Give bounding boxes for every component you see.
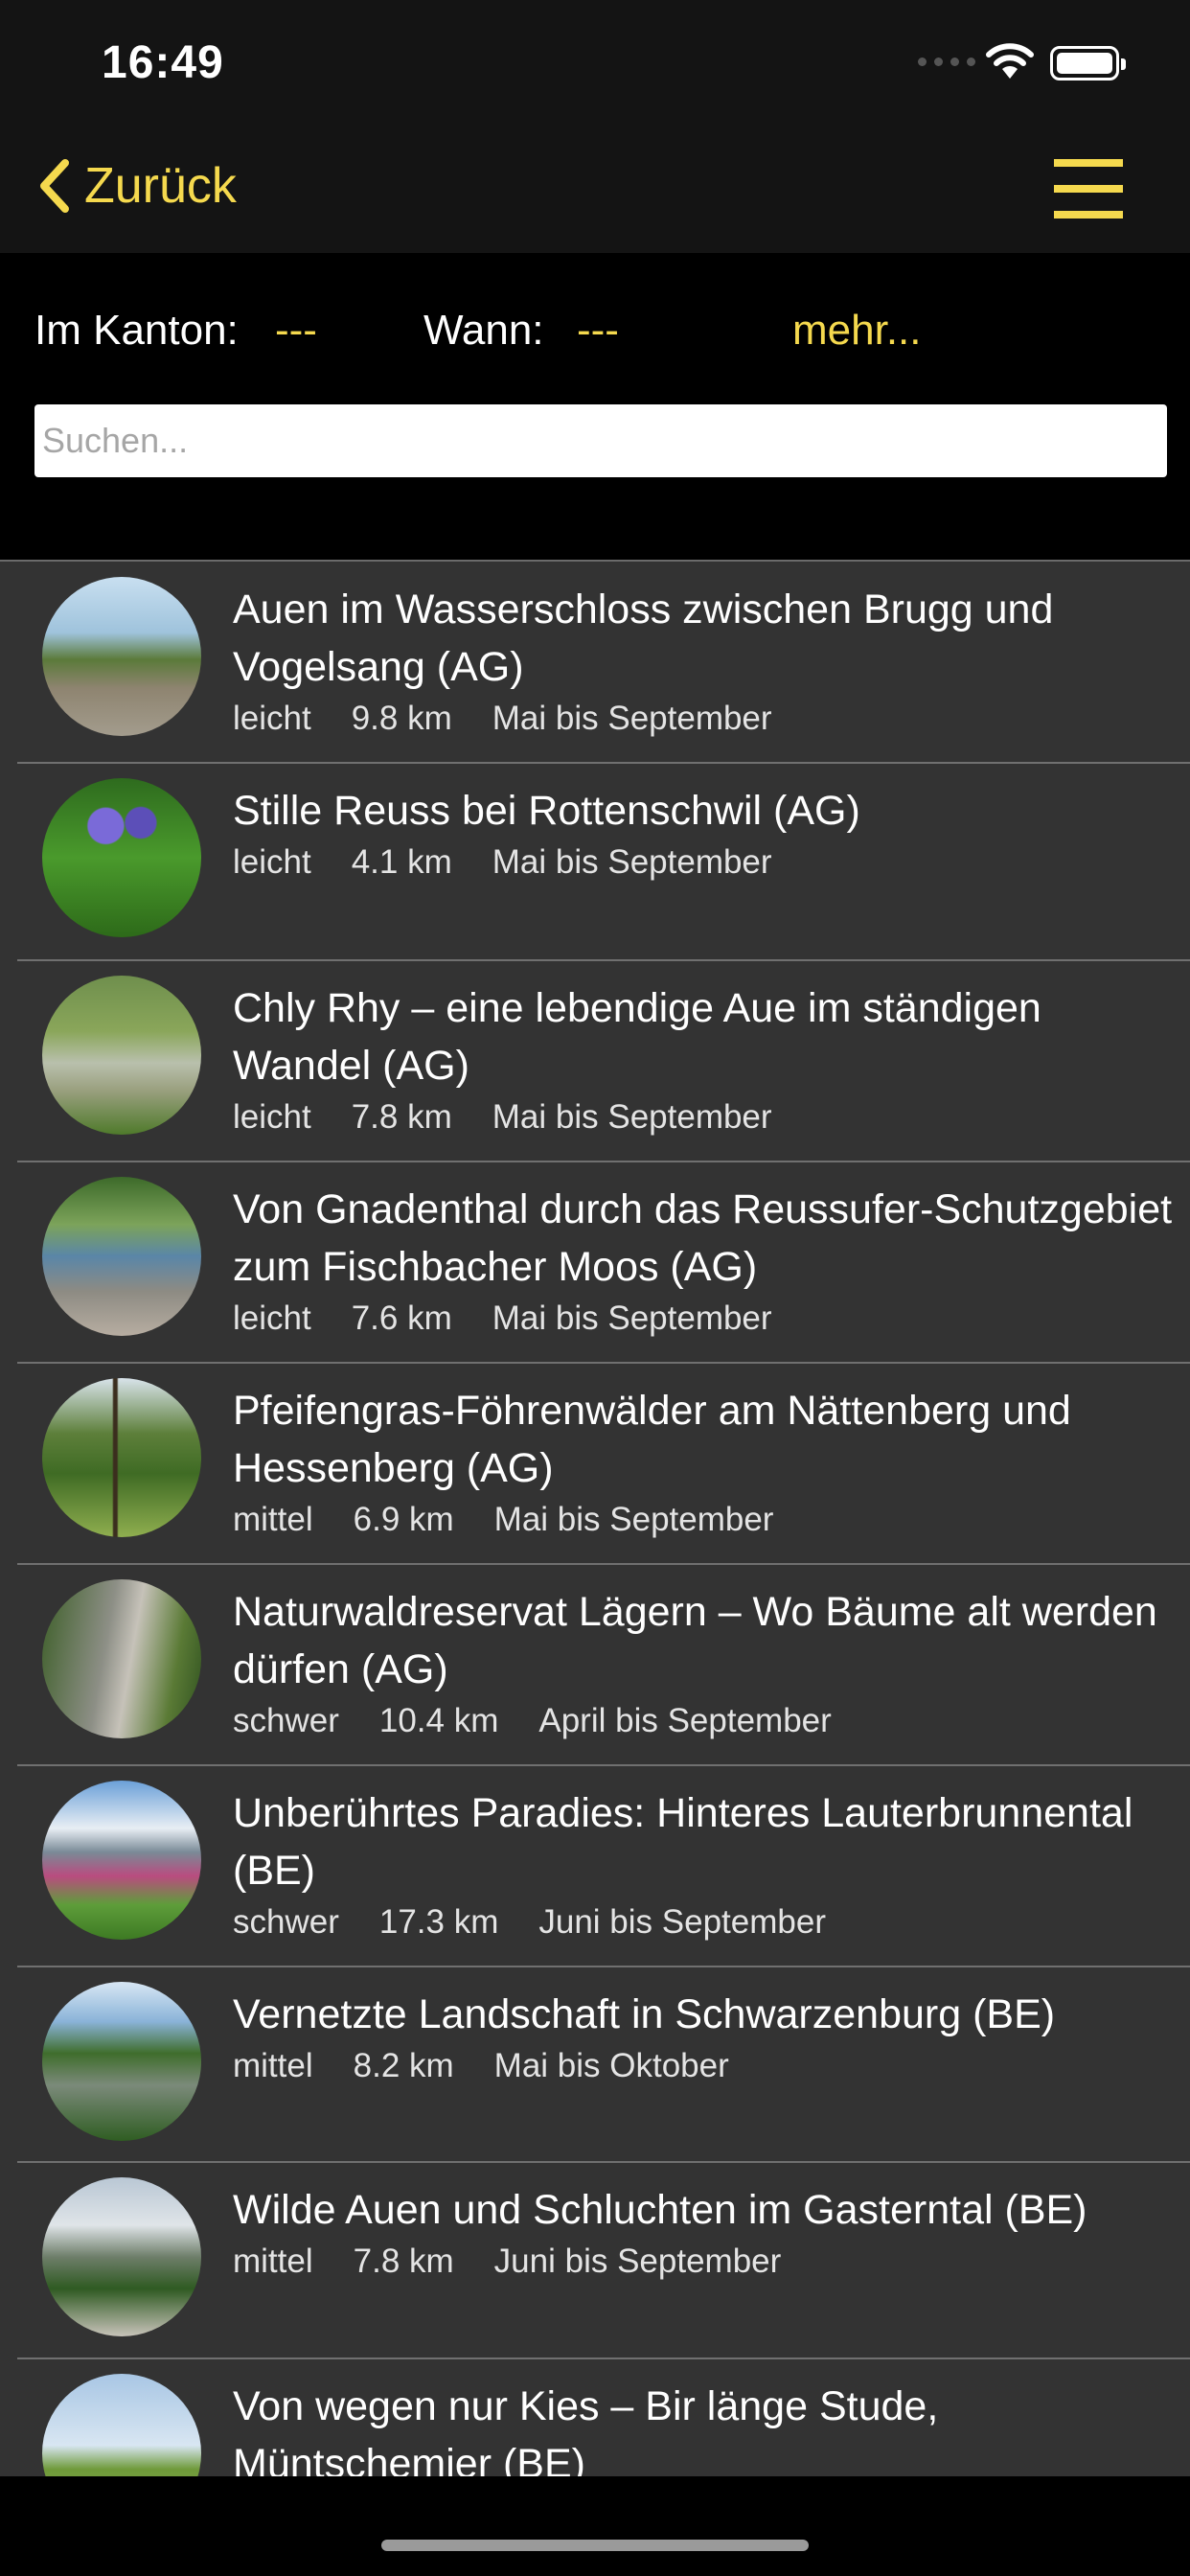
route-title: Naturwaldreservat Lägern – Wo Bäume alt …	[233, 1589, 1157, 1692]
route-difficulty: leicht	[233, 1300, 311, 1337]
route-difficulty: leicht	[233, 700, 311, 737]
route-season: Juni bis September	[538, 1903, 826, 1941]
route-meta: mittel 7.8 km Juni bis September	[233, 2242, 821, 2281]
route-season: Juni bis September	[493, 2242, 782, 2280]
route-list[interactable]: Auen im Wasserschloss zwischen Brugg und…	[0, 560, 1190, 2476]
route-row[interactable]: Chly Rhy – eine lebendige Aue im ständig…	[0, 960, 1190, 1162]
route-title: Von Gnadenthal durch das Reussufer-Schut…	[233, 1186, 1173, 1290]
pine-forest-photo	[42, 1378, 201, 1537]
route-row[interactable]: Naturwaldreservat Lägern – Wo Bäume alt …	[0, 1564, 1190, 1765]
route-season: Mai bis September	[493, 1501, 774, 1538]
route-meta: leicht 7.6 km Mai bis September	[233, 1300, 812, 1338]
wetland-photo	[42, 976, 201, 1135]
route-distance: 10.4 km	[378, 1702, 499, 1739]
route-meta: leicht 4.1 km Mai bis September	[233, 843, 812, 882]
wann-selector[interactable]: ---	[577, 307, 619, 355]
route-title: Unberührtes Paradies: Hinteres Lauterbru…	[233, 1790, 1133, 1894]
route-season: Mai bis September	[492, 843, 772, 881]
route-distance: 7.8 km	[351, 1098, 452, 1136]
kanton-selector[interactable]: ---	[275, 307, 317, 355]
route-difficulty: leicht	[233, 1098, 311, 1136]
route-meta: mittel 8.2 km Mai bis Oktober	[233, 2047, 769, 2085]
route-difficulty: schwer	[233, 1702, 339, 1739]
home-indicator[interactable]	[381, 2540, 809, 2551]
route-meta: leicht 7.8 km Mai bis September	[233, 1098, 812, 1137]
route-row[interactable]: Pfeifengras-Föhrenwälder am Nättenberg u…	[0, 1363, 1190, 1564]
route-title: Von wegen nur Kies – Bir länge Stude, Mü…	[233, 2383, 939, 2476]
route-distance: 8.2 km	[353, 2047, 454, 2084]
battery-icon	[1050, 46, 1126, 80]
mountain-valley-photo	[42, 2177, 201, 2336]
route-row[interactable]: Wilde Auen und Schluchten im Gasterntal …	[0, 2162, 1190, 2358]
iris-flower-photo	[42, 778, 201, 937]
route-meta: schwer 10.4 km April bis September	[233, 1702, 872, 1740]
route-distance: 4.1 km	[351, 843, 452, 881]
status-bar: 16:49	[0, 0, 1190, 134]
route-difficulty: mittel	[233, 2242, 313, 2280]
route-row[interactable]: Stille Reuss bei Rottenschwil (AG) leicht…	[0, 763, 1190, 960]
search-input[interactable]	[34, 404, 1167, 477]
gorge-aerial-photo	[42, 1982, 201, 2141]
route-title: Wilde Auen und Schluchten im Gasterntal …	[233, 2187, 1087, 2233]
alpine-flowers-photo	[42, 1781, 201, 1940]
route-distance: 6.9 km	[353, 1501, 454, 1538]
wann-label: Wann:	[423, 307, 544, 354]
menu-icon[interactable]	[1054, 159, 1123, 218]
back-button[interactable]: Zurück	[36, 157, 237, 215]
route-distance: 17.3 km	[378, 1903, 499, 1941]
route-row[interactable]: Von Gnadenthal durch das Reussufer-Schut…	[0, 1162, 1190, 1363]
route-season: Mai bis Oktober	[493, 2047, 729, 2084]
river-meadow-photo	[42, 577, 201, 736]
route-difficulty: leicht	[233, 843, 311, 881]
route-meta: schwer 17.3 km Juni bis September	[233, 1903, 866, 1942]
field-landscape-photo	[42, 2374, 201, 2476]
route-distance: 9.8 km	[351, 700, 452, 737]
route-row[interactable]: Auen im Wasserschloss zwischen Brugg und…	[0, 562, 1190, 763]
route-distance: 7.6 km	[351, 1300, 452, 1337]
route-row[interactable]: Vernetzte Landschaft in Schwarzenburg (B…	[0, 1966, 1190, 2162]
route-row[interactable]: Unberührtes Paradies: Hinteres Lauterbru…	[0, 1765, 1190, 1966]
route-season: Mai bis September	[492, 1098, 772, 1136]
kanton-label: Im Kanton:	[34, 307, 239, 354]
river-bank-photo	[42, 1177, 201, 1336]
rock-ridge-photo	[42, 1579, 201, 1738]
route-difficulty: mittel	[233, 2047, 313, 2084]
filter-panel: Im Kanton: --- Wann: --- mehr...	[0, 253, 1190, 560]
route-season: April bis September	[538, 1702, 832, 1739]
navigation-bar: Zurück	[0, 134, 1190, 253]
route-difficulty: mittel	[233, 1501, 313, 1538]
back-label: Zurück	[84, 158, 237, 214]
route-title: Auen im Wasserschloss zwischen Brugg und…	[233, 586, 1054, 690]
route-difficulty: schwer	[233, 1903, 339, 1941]
route-distance: 7.8 km	[353, 2242, 454, 2280]
route-title: Stille Reuss bei Rottenschwil (AG)	[233, 788, 860, 834]
route-title: Pfeifengras-Föhrenwälder am Nättenberg u…	[233, 1388, 1071, 1491]
cellular-signal-icon	[918, 58, 975, 66]
route-season: Mai bis September	[492, 1300, 772, 1337]
route-season: Mai bis September	[492, 700, 772, 737]
route-title: Chly Rhy – eine lebendige Aue im ständig…	[233, 985, 1041, 1089]
route-meta: mittel 6.9 km Mai bis September	[233, 1501, 813, 1539]
route-title: Vernetzte Landschaft in Schwarzenburg (B…	[233, 1991, 1056, 2037]
more-filters-link[interactable]: mehr...	[792, 307, 922, 355]
bottom-bar	[0, 2476, 1190, 2576]
route-meta: leicht 9.8 km Mai bis September	[233, 700, 812, 738]
chevron-left-icon	[40, 159, 69, 213]
route-row[interactable]: Von wegen nur Kies – Bir länge Stude, Mü…	[0, 2358, 1190, 2476]
wifi-icon	[986, 43, 1034, 79]
status-time: 16:49	[102, 37, 224, 88]
